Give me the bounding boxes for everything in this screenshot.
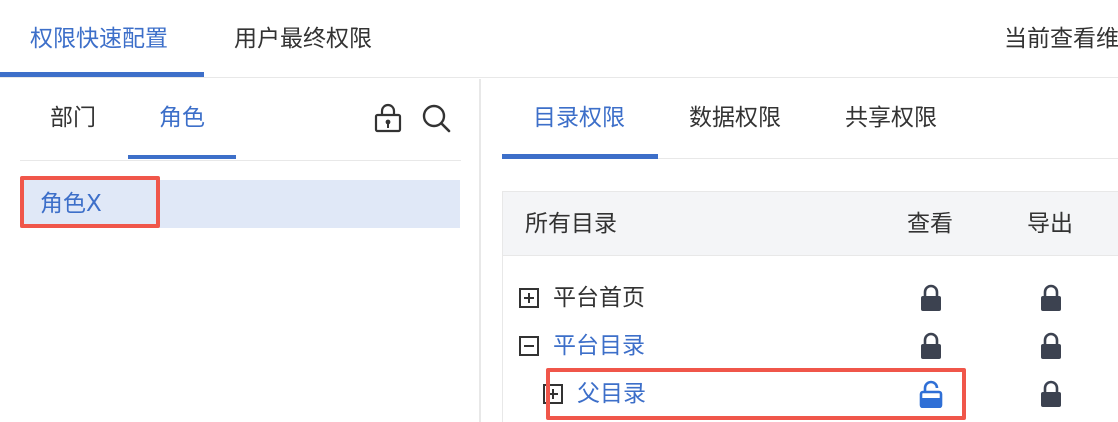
lock-icon[interactable] [919,284,943,312]
lock-settings-icon[interactable] [373,103,403,133]
tab-catalog-permission[interactable]: 目录权限 [533,101,625,135]
role-highlight-box [20,176,160,228]
table-row: 平台目录 [503,323,1118,371]
left-sub-tabs: 部门 角色 [20,79,461,161]
row-label[interactable]: 平台目录 [553,329,645,363]
lock-icon[interactable] [1039,284,1063,312]
sub-tab-indicator [128,155,236,159]
tab-department[interactable]: 部门 [50,101,96,135]
permission-tabs: 目录权限 数据权限 共享权限 [502,79,1118,159]
header-export: 导出 [1027,211,1073,237]
tab-quick-config[interactable]: 权限快速配置 [30,22,168,56]
left-panel: 部门 角色 角色X [0,79,481,422]
active-tab-indicator [0,72,204,77]
header-all-catalogs: 所有目录 [525,211,617,237]
viewing-dimension-label: 当前查看维 [1004,26,1118,52]
search-icon[interactable] [421,103,451,133]
tab-final-permission[interactable]: 用户最终权限 [234,22,372,56]
table-row: 平台首页 [503,275,1118,323]
tab-share-permission[interactable]: 共享权限 [845,101,937,135]
row-label[interactable]: 平台首页 [553,281,645,315]
collapse-minus-icon[interactable] [519,336,539,356]
lock-icon[interactable] [1039,380,1063,408]
tab-data-permission[interactable]: 数据权限 [689,101,781,135]
header-view: 查看 [907,211,953,237]
lock-icon[interactable] [1039,332,1063,360]
table-header: 所有目录 查看 导出 [503,192,1118,256]
row-highlight-box [546,368,966,420]
tab-role[interactable]: 角色 [159,101,205,135]
top-tab-bar: 权限快速配置 用户最终权限 当前查看维 [0,0,1118,78]
permission-tab-indicator [502,154,658,159]
lock-icon[interactable] [919,332,943,360]
expand-plus-icon[interactable] [519,288,539,308]
